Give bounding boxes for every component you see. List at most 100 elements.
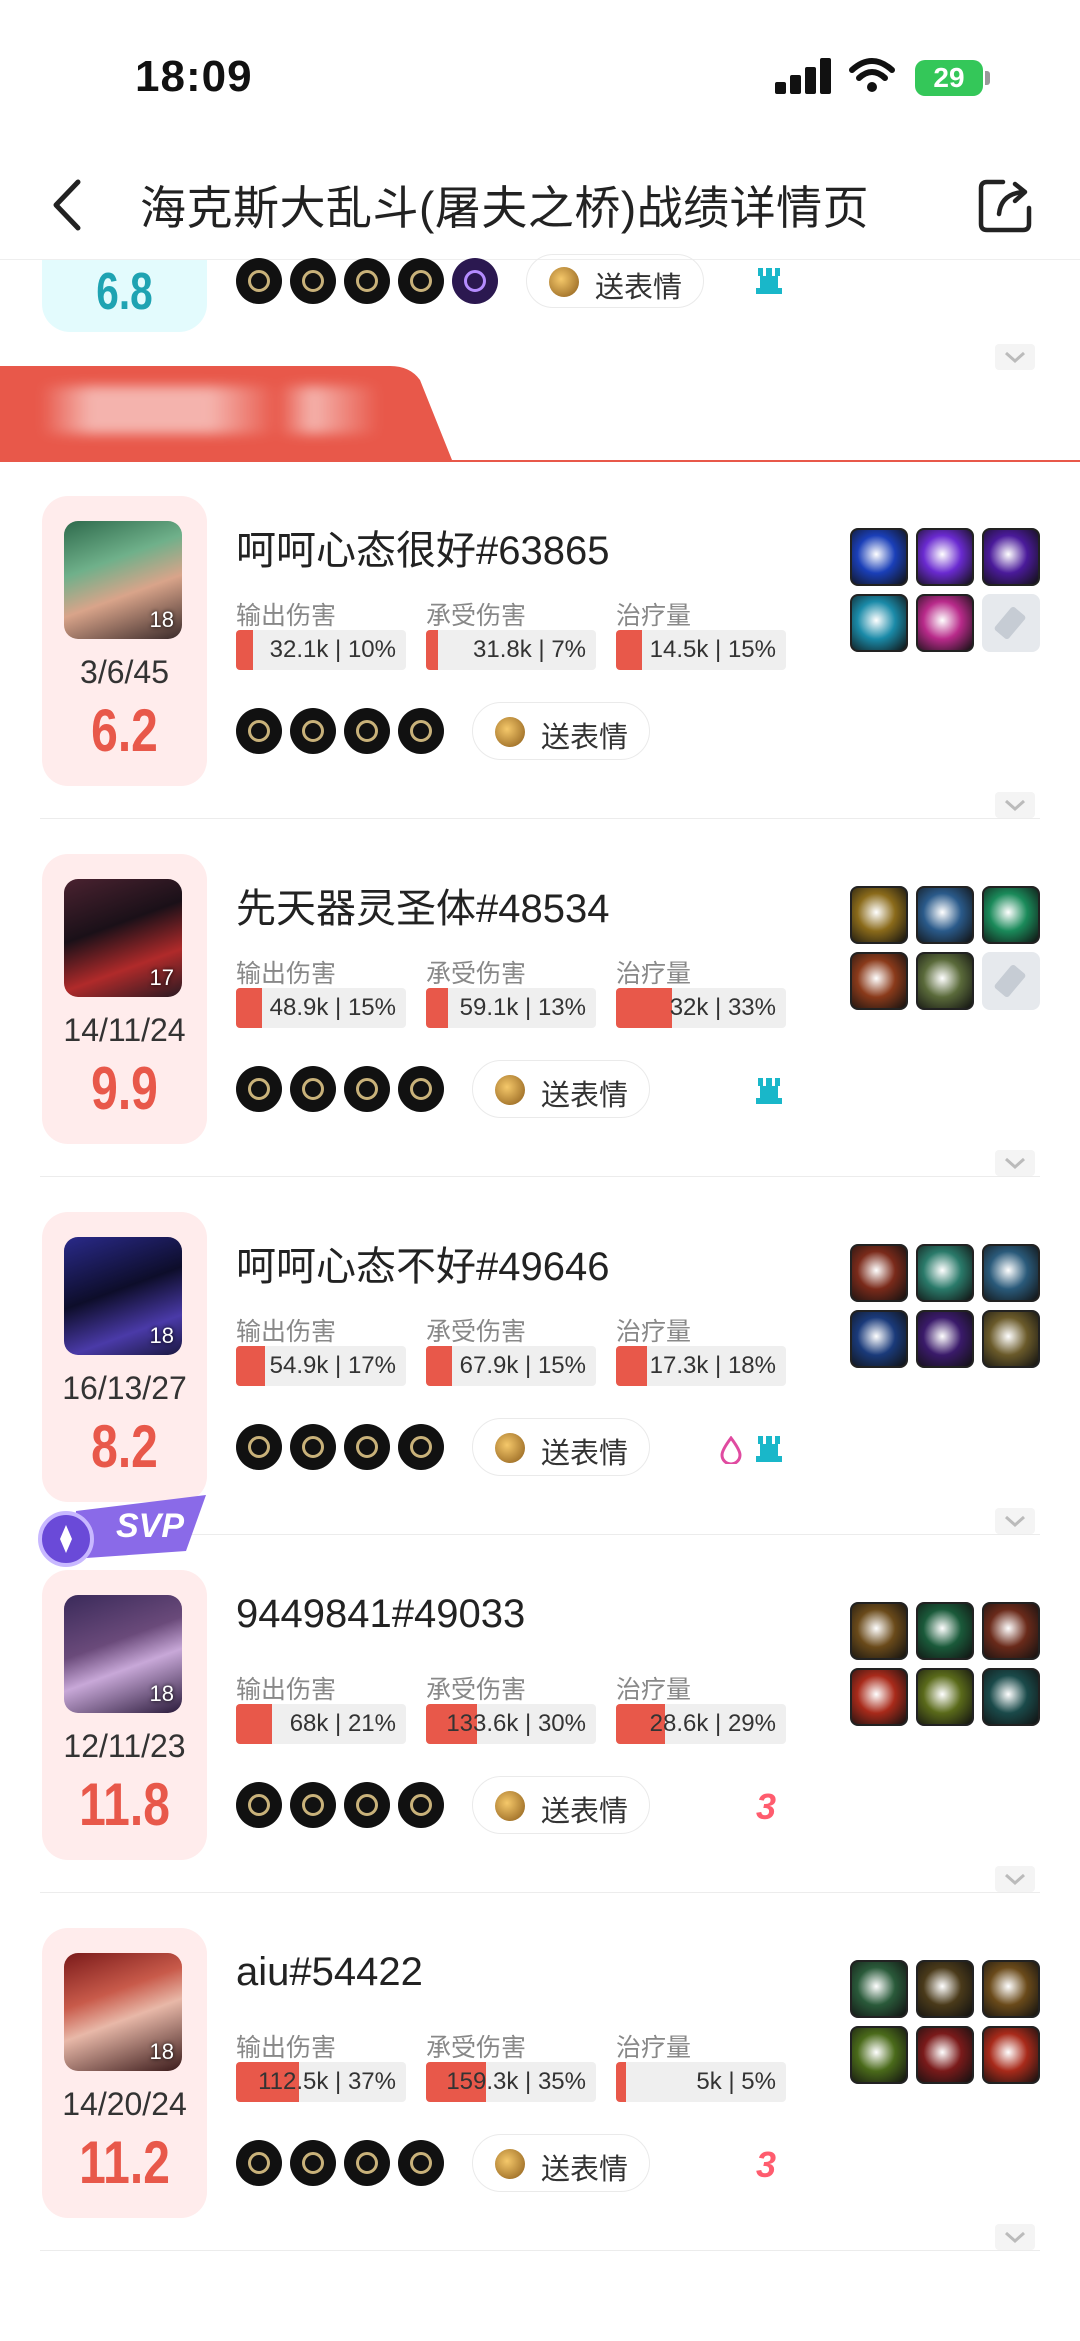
emote-label: 送表情 bbox=[541, 1796, 629, 1828]
pink-flower-item-icon[interactable] bbox=[916, 594, 974, 652]
champion-avatar[interactable]: 18 bbox=[64, 1953, 182, 2071]
gold-helm-item-icon[interactable] bbox=[982, 1960, 1040, 2018]
purple-claw-item-icon[interactable] bbox=[916, 528, 974, 586]
item-build-grid bbox=[850, 1244, 1040, 1374]
rune-icon[interactable] bbox=[398, 1066, 444, 1112]
player-name[interactable]: aiu#54422 bbox=[236, 1950, 423, 1995]
expand-chevron-icon[interactable] bbox=[995, 1508, 1035, 1534]
cannon-item-icon[interactable] bbox=[982, 1244, 1040, 1302]
expand-chevron-icon[interactable] bbox=[995, 1150, 1035, 1176]
green-axe-item-icon[interactable] bbox=[850, 1960, 908, 2018]
rune-icon[interactable] bbox=[398, 1424, 444, 1470]
rune-icon[interactable] bbox=[344, 708, 390, 754]
rune-icon[interactable] bbox=[236, 1782, 282, 1828]
gold-claw-item-icon[interactable] bbox=[916, 1668, 974, 1726]
damage-stat-bar-fill bbox=[236, 988, 262, 1028]
rune-icon[interactable] bbox=[398, 2140, 444, 2186]
purple-swirl-item-icon[interactable] bbox=[982, 528, 1040, 586]
rune-icon[interactable] bbox=[344, 2140, 390, 2186]
partial-rune-row bbox=[236, 258, 498, 306]
fire-heart-item-icon[interactable] bbox=[982, 2026, 1040, 2084]
rune-icon bbox=[398, 258, 444, 304]
blue-orb-item-icon[interactable] bbox=[850, 528, 908, 586]
dark-tower-item-icon[interactable] bbox=[982, 1668, 1040, 1726]
player-name[interactable]: 呵呵心态很好#63865 bbox=[236, 518, 609, 576]
send-emote-button[interactable]: 送表情 bbox=[472, 1060, 650, 1118]
back-arrow-icon[interactable] bbox=[40, 170, 100, 240]
partial-send-emote-button[interactable]: 送表情 bbox=[526, 254, 704, 308]
green-claw-item-icon[interactable] bbox=[850, 2026, 908, 2084]
boots-item-icon[interactable] bbox=[916, 1960, 974, 2018]
rune-icon[interactable] bbox=[290, 708, 336, 754]
empty-slot-icon[interactable] bbox=[982, 594, 1040, 652]
send-emote-button[interactable]: 送表情 bbox=[472, 2134, 650, 2192]
damage-taken-stat: 承受伤害 67.9k | 15% bbox=[426, 1312, 596, 1386]
champion-level: 18 bbox=[149, 1323, 174, 1348]
healing-stat-label: 治疗量 bbox=[616, 1318, 692, 1346]
spear-item-icon[interactable] bbox=[916, 952, 974, 1010]
champion-level: 18 bbox=[149, 2039, 174, 2064]
red-blade-item-icon[interactable] bbox=[916, 2026, 974, 2084]
rune-icon[interactable] bbox=[236, 1066, 282, 1112]
share-icon[interactable] bbox=[975, 176, 1035, 236]
expand-chevron-icon[interactable] bbox=[995, 2224, 1035, 2250]
rune-icon[interactable] bbox=[290, 1066, 336, 1112]
send-emote-button[interactable]: 送表情 bbox=[472, 1418, 650, 1476]
champion-avatar[interactable]: 18 bbox=[64, 1237, 182, 1355]
player-name[interactable]: 先天器灵圣体#48534 bbox=[236, 876, 609, 934]
cellular-signal-icon bbox=[775, 58, 831, 94]
nav-bar: 海克斯大乱斗(屠夫之桥)战绩详情页 bbox=[0, 150, 1080, 260]
gold-blade-item-icon[interactable] bbox=[850, 886, 908, 944]
rune-icon[interactable] bbox=[290, 2140, 336, 2186]
healing-stat: 治疗量 28.6k | 29% bbox=[616, 1670, 786, 1744]
kda-text: 3/6/45 bbox=[80, 654, 169, 690]
damage-taken-stat-bar: 59.1k | 13% bbox=[426, 988, 596, 1028]
champion-avatar[interactable]: 17 bbox=[64, 879, 182, 997]
dark-crystal-item-icon[interactable] bbox=[916, 1310, 974, 1368]
rune-icon[interactable] bbox=[236, 2140, 282, 2186]
rune-icon[interactable] bbox=[398, 1782, 444, 1828]
horn-helm-item-icon[interactable] bbox=[850, 1244, 908, 1302]
champion-avatar[interactable]: 18 bbox=[64, 521, 182, 639]
healing-stat-value: 5k | 5% bbox=[696, 2068, 776, 2095]
damage-stat: 输出伤害 48.9k | 15% bbox=[236, 954, 406, 1028]
rune-icon[interactable] bbox=[236, 708, 282, 754]
player-score: 6.2 bbox=[91, 697, 158, 764]
green-wing-item-icon[interactable] bbox=[982, 886, 1040, 944]
rune-icon[interactable] bbox=[236, 1424, 282, 1470]
gold-helm-item-icon[interactable] bbox=[850, 1602, 908, 1660]
player-name[interactable]: 呵呵心态不好#49646 bbox=[236, 1234, 609, 1292]
blue-shield-item-icon[interactable] bbox=[850, 1310, 908, 1368]
rune-icon[interactable] bbox=[290, 1424, 336, 1470]
damage-taken-stat-value: 59.1k | 13% bbox=[459, 994, 586, 1021]
rune-icon[interactable] bbox=[344, 1066, 390, 1112]
damage-taken-stat-label: 承受伤害 bbox=[426, 960, 527, 988]
player-card: 18 3/6/45 6.2 呵呵心态很好#63865 输出伤害 32.1k | 10% 承受… bbox=[0, 496, 1080, 854]
healing-stat-bar: 32k | 33% bbox=[616, 988, 786, 1028]
rune-icon[interactable] bbox=[344, 1424, 390, 1470]
red-mask-item-icon[interactable] bbox=[982, 1602, 1040, 1660]
expand-chevron-icon[interactable] bbox=[995, 1866, 1035, 1892]
gold-lance-item-icon[interactable] bbox=[982, 1310, 1040, 1368]
green-sigil-item-icon[interactable] bbox=[916, 1244, 974, 1302]
send-emote-button[interactable]: 送表情 bbox=[472, 1776, 650, 1834]
teal-droplet-item-icon[interactable] bbox=[850, 594, 908, 652]
send-emote-button[interactable]: 送表情 bbox=[472, 702, 650, 760]
empty-slot-icon[interactable] bbox=[982, 952, 1040, 1010]
champion-level: 18 bbox=[149, 1681, 174, 1706]
rune-icon[interactable] bbox=[398, 708, 444, 754]
emote-label: 送表情 bbox=[541, 1080, 629, 1112]
expand-chevron-icon[interactable] bbox=[995, 792, 1035, 818]
damage-stat-value: 68k | 21% bbox=[289, 1710, 396, 1737]
row-divider bbox=[40, 1892, 1040, 1893]
rune-icon[interactable] bbox=[344, 1782, 390, 1828]
sword-item-icon[interactable] bbox=[916, 886, 974, 944]
champion-level: 17 bbox=[149, 965, 174, 990]
champion-avatar[interactable]: 18 bbox=[64, 1595, 182, 1713]
green-chain-item-icon[interactable] bbox=[916, 1602, 974, 1660]
fire-heart-item-icon[interactable] bbox=[850, 1668, 908, 1726]
red-gold-blade-item-icon[interactable] bbox=[850, 952, 908, 1010]
player-name[interactable]: 9449841#49033 bbox=[236, 1592, 525, 1637]
rune-icon[interactable] bbox=[290, 1782, 336, 1828]
damage-stat-value: 54.9k | 17% bbox=[269, 1352, 396, 1379]
